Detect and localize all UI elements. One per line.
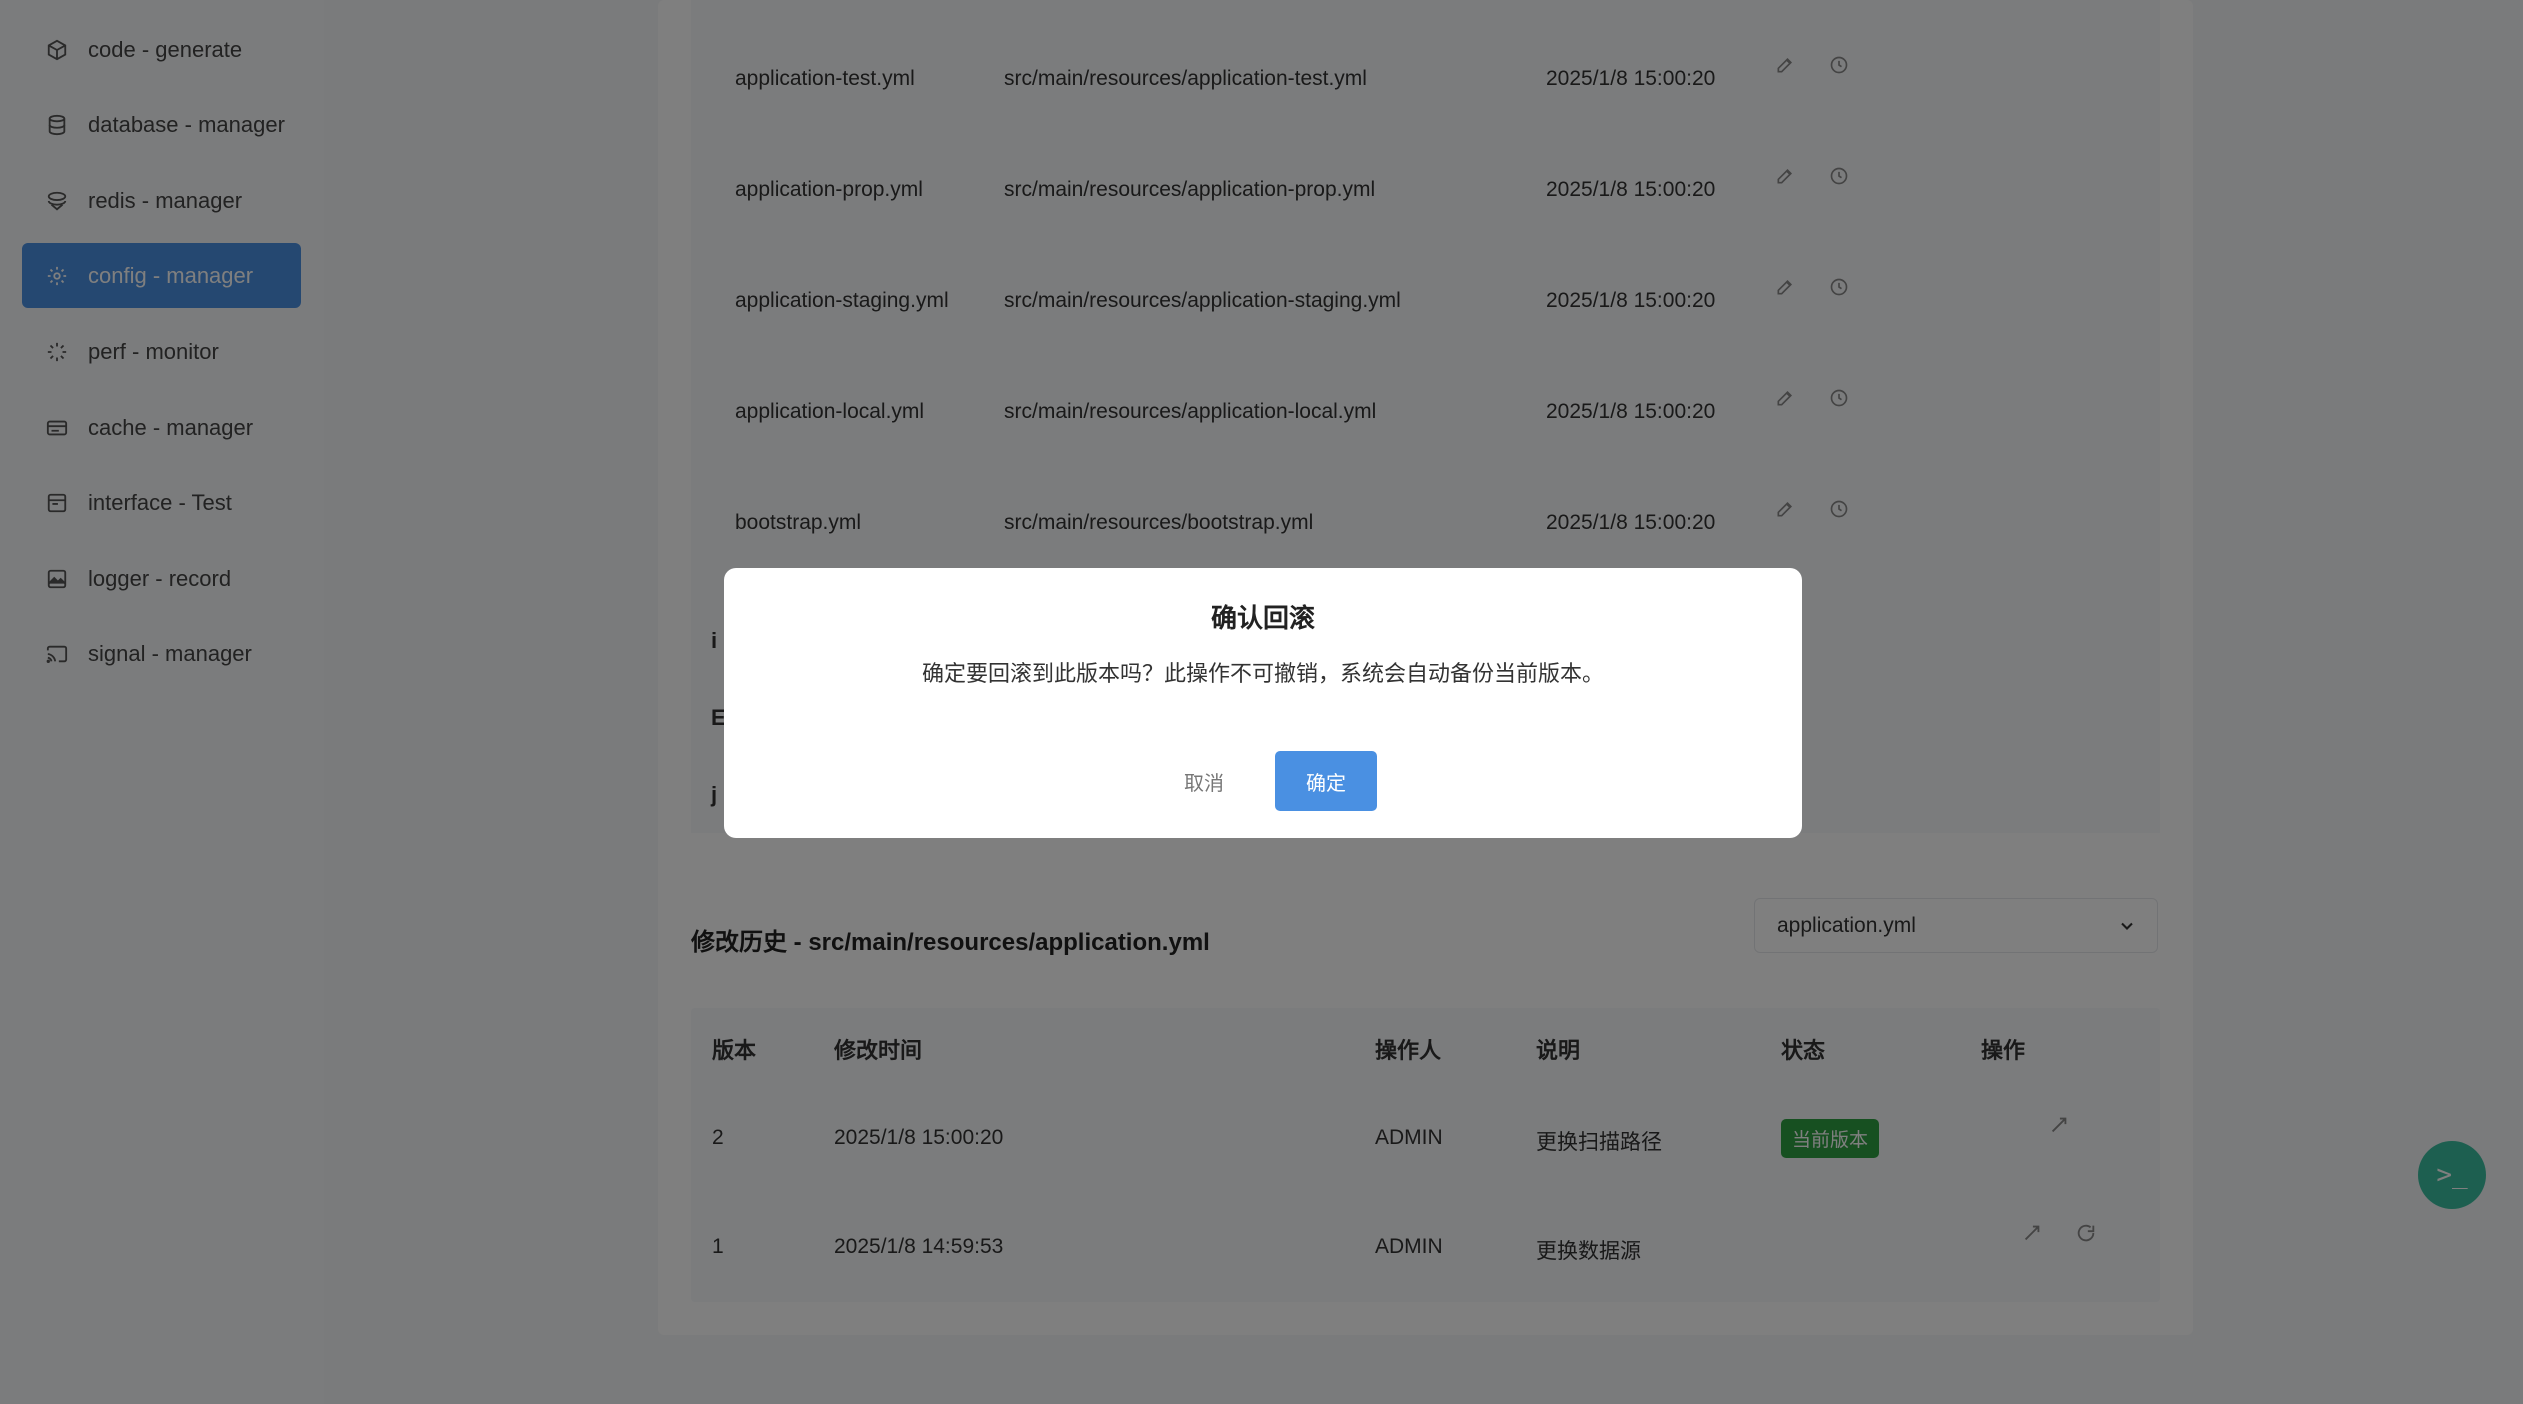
- cancel-button[interactable]: 取消: [1164, 751, 1244, 811]
- dialog-message: 确定要回滚到此版本吗？此操作不可撤销，系统会自动备份当前版本。: [921, 661, 1604, 686]
- app-root: code - generate database - manager redis…: [0, 0, 2523, 1404]
- confirm-rollback-dialog: 确认回滚 确定要回滚到此版本吗？此操作不可撤销，系统会自动备份当前版本。 取消 …: [724, 568, 1802, 838]
- confirm-button[interactable]: 确定: [1275, 751, 1377, 811]
- dialog-title: 确认回滚: [1210, 603, 1315, 633]
